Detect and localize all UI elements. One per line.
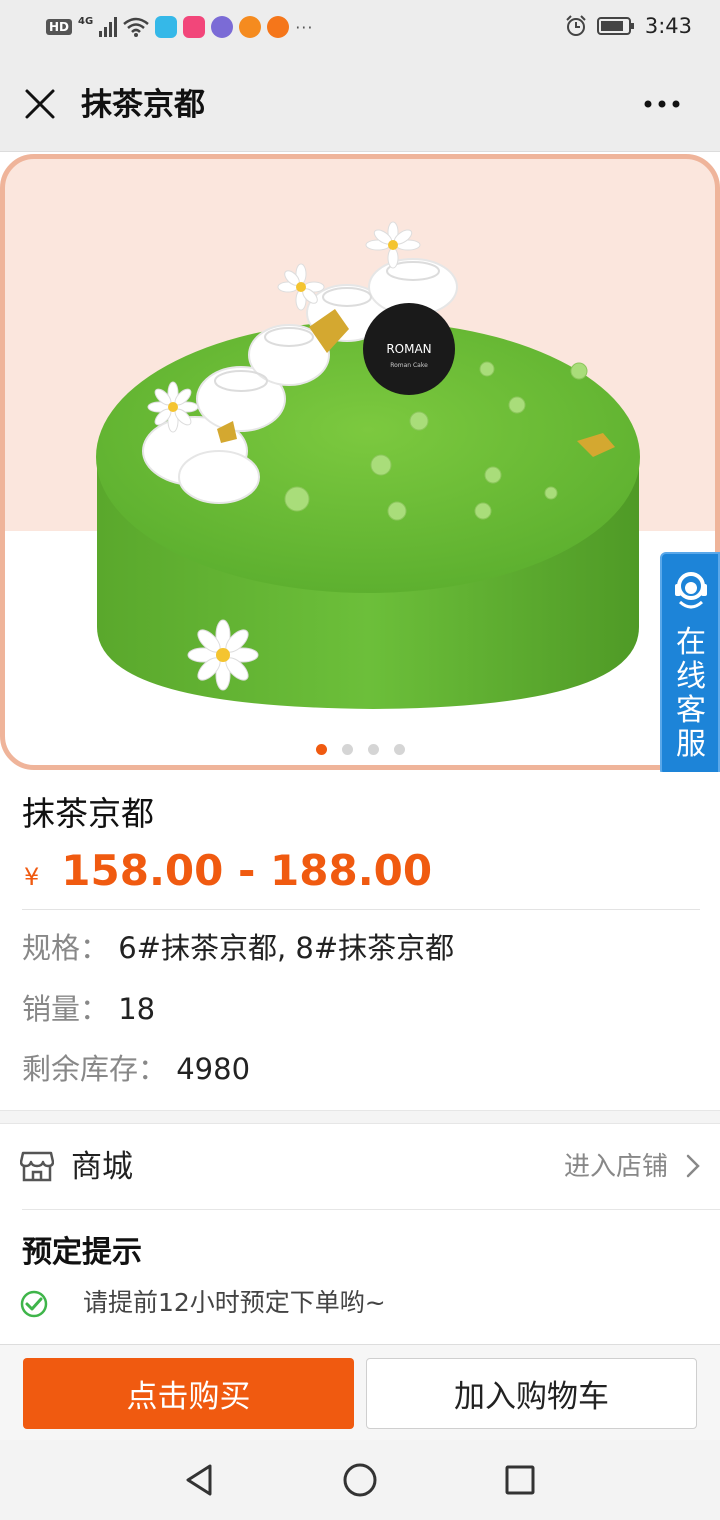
sales-label: 销量： (22, 992, 110, 1026)
product-info: 抹茶京都 ¥ 158.00 - 188.00 规格： 6#抹茶京都, 8#抹茶京… (0, 772, 720, 1112)
home-circle-icon (343, 1463, 377, 1497)
back-triangle-icon (186, 1464, 212, 1496)
battery-icon (596, 17, 634, 35)
carousel-dot[interactable] (315, 744, 327, 755)
store-icon (20, 1151, 54, 1182)
service-char: 线 (676, 659, 706, 694)
more-notifications: ··· (295, 17, 314, 37)
action-bar: 点击购买 加入购物车 (0, 1344, 720, 1440)
service-char: 在 (676, 625, 706, 660)
shop-row[interactable]: 商城 进入店铺 (0, 1124, 720, 1210)
section-separator (0, 1110, 720, 1124)
spec-value: 6#抹茶京都, 8#抹茶京都 (118, 931, 455, 965)
online-service-label: 在 线 客 服 (662, 626, 720, 762)
carousel-dot[interactable] (341, 744, 353, 755)
add-to-cart-button[interactable]: 加入购物车 (366, 1358, 697, 1429)
recents-button[interactable] (500, 1460, 540, 1500)
system-nav-bar (0, 1440, 720, 1520)
spec-row: 规格： 6#抹茶京都, 8#抹茶京都 (22, 930, 454, 966)
hd-badge: HD (46, 19, 73, 35)
network-type: 4G (78, 15, 94, 27)
carousel-indicators (0, 744, 720, 755)
divider (22, 1209, 720, 1210)
headset-icon (675, 572, 707, 609)
shop-name: 商城 (71, 1149, 133, 1185)
chevron-right-icon (686, 1154, 700, 1178)
back-button[interactable] (180, 1460, 220, 1500)
stock-value: 4980 (176, 1052, 251, 1086)
product-price: ¥ 158.00 - 188.00 (24, 846, 432, 902)
taobao-app-icon (267, 16, 290, 38)
clock: 3:43 (644, 14, 692, 38)
service-char: 客 (676, 693, 706, 728)
product-image-carousel[interactable]: ROMAN Roman Cake (0, 152, 720, 772)
more-icon (644, 100, 680, 108)
more-button[interactable] (642, 94, 682, 114)
divider (22, 909, 700, 910)
close-button[interactable] (22, 86, 58, 122)
cake-image: ROMAN Roman Cake (96, 221, 640, 709)
price-range: 158.00 - 188.00 (61, 846, 433, 895)
stock-row: 剩余库存： 4980 (22, 1051, 250, 1087)
buy-now-button[interactable]: 点击购买 (23, 1358, 354, 1429)
online-service-button[interactable]: 在 线 客 服 (660, 552, 720, 776)
game-app-icon (211, 16, 234, 38)
carousel-dot[interactable] (367, 744, 379, 755)
status-right: 3:43 (565, 14, 692, 38)
reservation-tip-text: 请提前12小时预定下单哟~ (83, 1288, 386, 1317)
service-char: 服 (676, 727, 706, 762)
spec-label: 规格： (22, 931, 110, 965)
recents-square-icon (505, 1465, 535, 1495)
sales-value: 18 (118, 992, 156, 1026)
page-title: 抹茶京都 (81, 87, 205, 123)
status-left: HD 4G ··· (46, 16, 313, 38)
close-icon (25, 89, 55, 119)
wifi-icon (123, 17, 149, 37)
product-image-frame: ROMAN Roman Cake (0, 154, 720, 770)
home-button[interactable] (340, 1460, 380, 1500)
carousel-dot[interactable] (393, 744, 405, 755)
sales-row: 销量： 18 (22, 991, 155, 1027)
logo-subtext: Roman Cake (390, 362, 428, 369)
title-bar: 抹茶京都 (0, 58, 720, 152)
enter-shop-link[interactable]: 进入店铺 (564, 1150, 668, 1184)
alarm-icon (566, 15, 586, 36)
shopping-app-icon (183, 16, 206, 38)
stock-label: 剩余库存： (22, 1052, 168, 1086)
video-app-icon (155, 16, 178, 38)
check-circle-icon (20, 1290, 48, 1318)
reservation-tip-title: 预定提示 (22, 1235, 142, 1270)
status-bar: HD 4G ··· 3:43 (0, 0, 720, 58)
currency-symbol: ¥ (24, 863, 40, 891)
logo-text: ROMAN (386, 342, 431, 356)
music-app-icon (239, 16, 262, 38)
product-name: 抹茶京都 (22, 794, 154, 833)
signal-icon (99, 17, 118, 37)
